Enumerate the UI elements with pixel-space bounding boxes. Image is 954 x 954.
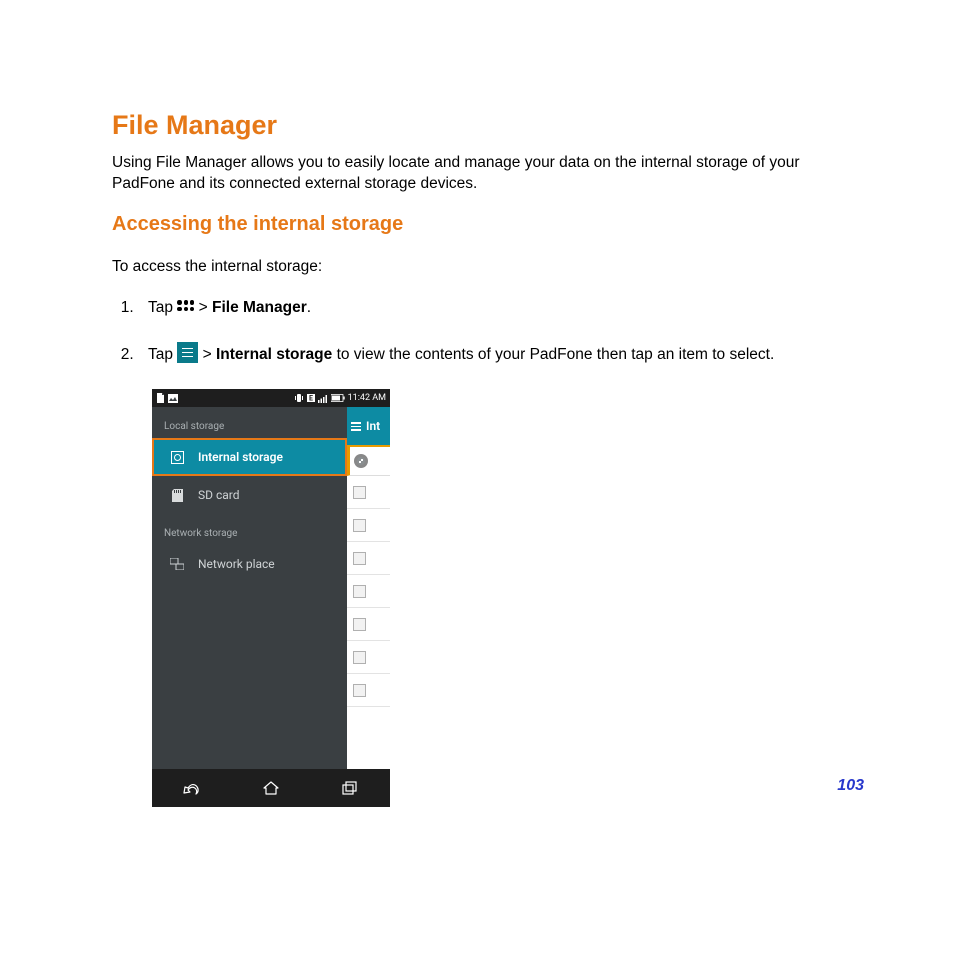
sdcard-icon	[170, 488, 184, 502]
checkbox[interactable]	[353, 552, 366, 565]
status-right-icons: E 11:42 AM	[294, 393, 386, 403]
list-item[interactable]	[347, 575, 390, 608]
list-item[interactable]	[347, 641, 390, 674]
step-2-tap: Tap	[148, 346, 177, 363]
step-1-target: File Manager	[212, 299, 307, 316]
e-icon: E	[307, 394, 315, 402]
signal-icon	[318, 394, 328, 403]
checkbox[interactable]	[353, 585, 366, 598]
step-2-rest: to view the contents of your PadFone the…	[332, 346, 774, 363]
local-storage-label: Local storage	[152, 407, 347, 438]
list-item[interactable]	[347, 608, 390, 641]
right-list	[347, 476, 390, 769]
drawer-main: Local storage Internal storage SD card N	[152, 407, 347, 769]
step-1: Tap > File Manager.	[138, 296, 864, 321]
phone-screenshot: E 11:42 AM Local storage Internal storag…	[152, 389, 864, 807]
internal-storage-icon	[170, 450, 184, 464]
step-2-gt: >	[198, 346, 216, 363]
network-storage-label: Network storage	[152, 514, 347, 545]
checkbox[interactable]	[353, 684, 366, 697]
checkbox[interactable]	[353, 651, 366, 664]
back-button[interactable]	[152, 781, 231, 795]
step-2: Tap > Internal storage to view the conte…	[138, 343, 864, 368]
drawer-item-internal[interactable]: Internal storage	[152, 438, 347, 476]
page-title: File Manager	[112, 110, 864, 141]
step-1-tap: Tap	[148, 299, 177, 316]
network-place-label: Network place	[198, 557, 275, 571]
vibrate-icon	[294, 393, 304, 403]
battery-icon	[331, 394, 345, 402]
page-icon	[156, 393, 165, 403]
sdcard-label: SD card	[198, 488, 240, 502]
subsection-title: Accessing the internal storage	[112, 213, 864, 236]
step-2-target: Internal storage	[216, 346, 332, 363]
status-left-icons	[156, 393, 178, 403]
all-apps-icon	[177, 300, 194, 313]
intro-paragraph: Using File Manager allows you to easily …	[112, 153, 864, 195]
drawer-item-sdcard[interactable]: SD card	[152, 476, 347, 514]
drawer-right-peek: Int	[347, 407, 390, 769]
breadcrumb-icon	[354, 454, 368, 468]
step-1-gt: >	[194, 299, 212, 316]
internal-storage-label: Internal storage	[198, 450, 283, 464]
checkbox[interactable]	[353, 618, 366, 631]
svg-text:E: E	[309, 395, 313, 403]
picture-icon	[168, 394, 178, 403]
list-item[interactable]	[347, 542, 390, 575]
checkbox[interactable]	[353, 519, 366, 532]
back-icon	[182, 781, 202, 795]
checkbox[interactable]	[353, 486, 366, 499]
home-icon	[263, 781, 279, 795]
status-time: 11:42 AM	[348, 393, 386, 403]
menu-icon	[177, 342, 198, 363]
manual-page: File Manager Using File Manager allows y…	[0, 0, 954, 867]
steps-list: Tap > File Manager. Tap > Internal stora…	[112, 296, 864, 368]
list-item[interactable]	[347, 509, 390, 542]
drawer-area: Local storage Internal storage SD card N	[152, 407, 390, 769]
right-header[interactable]: Int	[347, 407, 390, 447]
lead-text: To access the internal storage:	[112, 258, 864, 276]
right-breadcrumb	[347, 447, 390, 476]
network-icon	[170, 557, 184, 571]
phone-frame: E 11:42 AM Local storage Internal storag…	[152, 389, 390, 807]
right-header-label: Int	[366, 419, 380, 433]
hamburger-icon	[351, 422, 361, 431]
home-button[interactable]	[232, 781, 311, 795]
list-item[interactable]	[347, 476, 390, 509]
step-1-period: .	[307, 299, 311, 316]
status-bar: E 11:42 AM	[152, 389, 390, 407]
drawer-item-network[interactable]: Network place	[152, 545, 347, 583]
recent-button[interactable]	[311, 781, 390, 795]
page-number: 103	[837, 777, 864, 795]
list-item[interactable]	[347, 674, 390, 707]
recent-icon	[342, 781, 358, 795]
navbar	[152, 769, 390, 807]
